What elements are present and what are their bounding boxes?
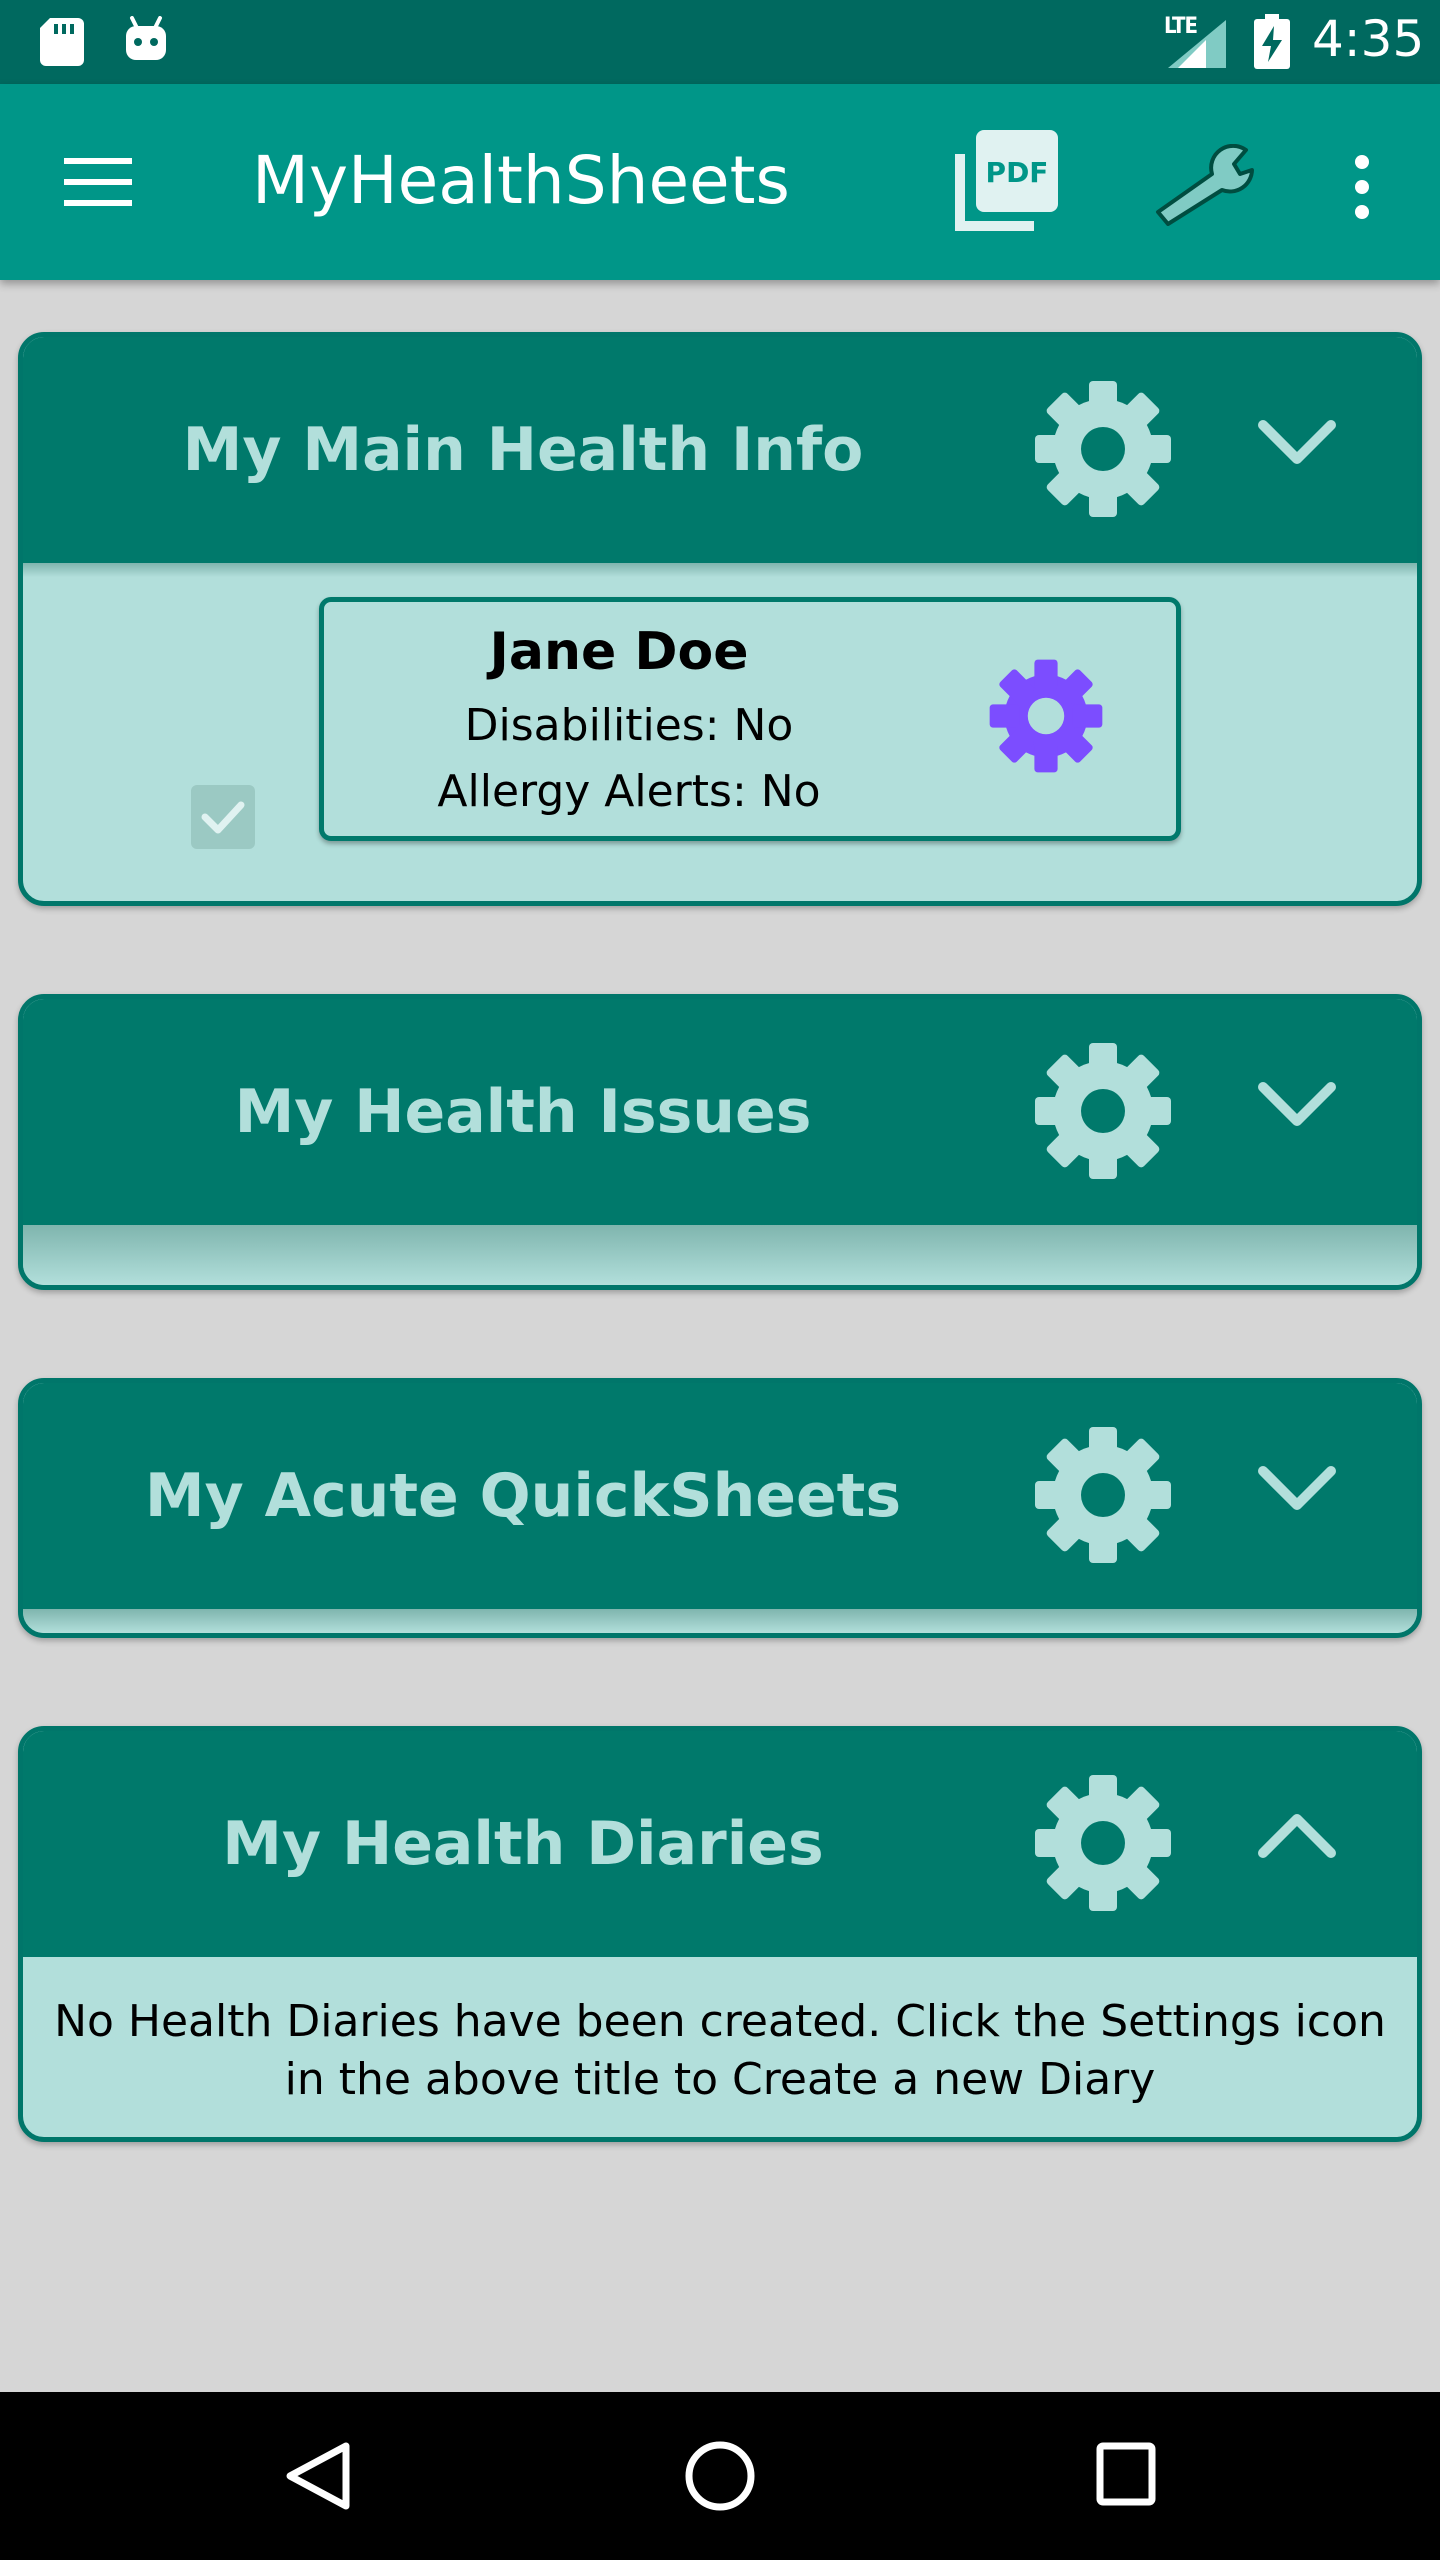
disabilities-status: Disabilities: No — [464, 700, 794, 751]
settings-gear-icon[interactable] — [1033, 1041, 1173, 1181]
sd-card-icon — [40, 18, 84, 66]
health-issues-header[interactable]: My Health Issues — [23, 999, 1417, 1225]
main-health-info-header[interactable]: My Main Health Info — [23, 337, 1417, 563]
pdf-icon[interactable]: PDF — [950, 128, 1060, 236]
health-diaries-body: No Health Diaries have been created. Cli… — [23, 1957, 1417, 2137]
chevron-down-icon[interactable] — [1255, 413, 1339, 473]
chevron-up-icon[interactable] — [1255, 1807, 1339, 1867]
svg-text:PDF: PDF — [986, 156, 1049, 189]
header-shadow — [23, 1225, 1417, 1285]
chevron-down-icon[interactable] — [1255, 1075, 1339, 1135]
main-health-info-card: My Main Health Info Jane Doe Disabilitie… — [18, 332, 1422, 906]
recent-apps-icon[interactable] — [1096, 2442, 1156, 2506]
header-shadow — [23, 1609, 1417, 1633]
main-health-info-body: Jane Doe Disabilities: No Allergy Alerts… — [23, 563, 1417, 901]
main-health-info-title: My Main Health Info — [182, 415, 864, 485]
allergy-alerts-status: Allergy Alerts: No — [437, 766, 821, 817]
health-issues-card: My Health Issues — [18, 994, 1422, 1290]
home-icon[interactable] — [684, 2440, 756, 2512]
navigation-bar — [0, 2392, 1440, 2560]
profile-checkbox[interactable] — [191, 785, 255, 849]
back-icon[interactable] — [282, 2440, 352, 2512]
health-diaries-header[interactable]: My Health Diaries — [23, 1731, 1417, 1957]
health-diaries-title: My Health Diaries — [222, 1809, 824, 1879]
profile-name: Jane Doe — [489, 622, 749, 682]
overflow-menu-icon[interactable] — [1348, 154, 1376, 220]
health-issues-body — [23, 1225, 1417, 1285]
checkmark-icon — [201, 801, 245, 834]
profile-settings-gear-icon[interactable] — [988, 658, 1104, 774]
acute-quicksheets-title: My Acute QuickSheets — [144, 1461, 902, 1531]
settings-gear-icon[interactable] — [1033, 1773, 1173, 1913]
acute-quicksheets-card: My Acute QuickSheets — [18, 1378, 1422, 1638]
signal-icon — [1168, 20, 1226, 68]
settings-gear-icon[interactable] — [1033, 1425, 1173, 1565]
health-issues-title: My Health Issues — [234, 1077, 812, 1147]
clock: 4:35 — [1312, 10, 1425, 68]
profile-tile[interactable]: Jane Doe Disabilities: No Allergy Alerts… — [319, 597, 1181, 841]
menu-icon[interactable] — [64, 154, 132, 210]
chevron-down-icon[interactable] — [1255, 1459, 1339, 1519]
acute-quicksheets-header[interactable]: My Acute QuickSheets — [23, 1383, 1417, 1609]
android-icon — [126, 16, 166, 60]
app-title: MyHealthSheets — [252, 142, 790, 219]
health-diaries-card: My Health Diaries No Health Diaries have… — [18, 1726, 1422, 2142]
status-bar: LTE 4:35 — [0, 0, 1440, 84]
acute-quicksheets-body — [23, 1609, 1417, 1633]
header-shadow — [23, 563, 1417, 577]
battery-charging-icon — [1254, 14, 1290, 69]
wrench-icon[interactable] — [1150, 144, 1256, 226]
app-bar: MyHealthSheets PDF — [0, 84, 1440, 280]
empty-diaries-message: No Health Diaries have been created. Cli… — [54, 1996, 1386, 2105]
settings-gear-icon[interactable] — [1033, 379, 1173, 519]
